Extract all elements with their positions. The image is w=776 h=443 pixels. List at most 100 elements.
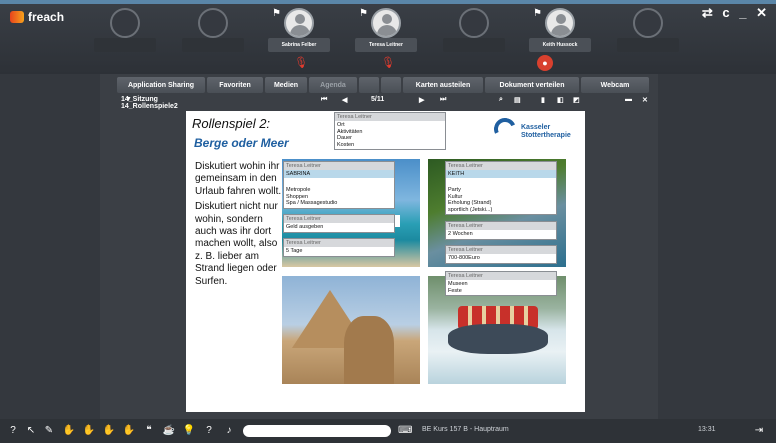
slide-paragraph: Diskutiert nicht nur wohin, sondern auch… — [195, 201, 278, 287]
freach-logo-icon — [10, 11, 24, 23]
hand-raise-icon[interactable]: ✋ — [82, 424, 96, 438]
pointer-icon[interactable]: ↖ — [24, 424, 38, 438]
hand-down-icon[interactable]: ✋ — [62, 424, 76, 438]
tab-blank-2[interactable] — [381, 77, 401, 93]
participant-slot-empty[interactable] — [617, 8, 679, 54]
next-page-icon[interactable]: ▶ — [419, 96, 424, 104]
comment-note[interactable]: Teresa Leitner 700-800Euro — [445, 245, 557, 264]
participant-slot-empty[interactable] — [443, 8, 505, 54]
microphone-icon[interactable]: 🎙 — [294, 56, 308, 70]
participant-name-plate: Sabrina Felber — [268, 38, 330, 52]
chat-input[interactable] — [243, 425, 391, 437]
right-panel — [658, 74, 776, 419]
layout-icon[interactable]: ◧ — [557, 96, 564, 104]
left-panel — [0, 74, 100, 419]
note-author: Teresa Leitner — [446, 246, 556, 254]
comment-note[interactable]: Teresa Leitner SABRINA Metropole Shoppen… — [283, 161, 395, 209]
note-author: Teresa Leitner — [446, 162, 556, 170]
app-name: freach — [28, 10, 65, 24]
tab-application-sharing[interactable]: Application Sharing — [117, 77, 205, 93]
lightbulb-icon[interactable]: 💡 — [182, 424, 196, 438]
participant-name-plate — [182, 38, 244, 52]
first-page-icon[interactable]: ⏮ — [321, 96, 327, 104]
participant-slot-teresa[interactable]: ⚑ Teresa Leitner — [355, 8, 417, 54]
slide-paragraph: Diskutiert wohin ihr gemeinsam in den Ur… — [195, 161, 282, 197]
avatar — [371, 8, 401, 38]
title-strip — [0, 0, 776, 4]
participant-name-plate: Keith Hussock — [529, 38, 591, 52]
note-author: Teresa Leitner — [284, 239, 394, 247]
display-icon[interactable]: ◩ — [573, 96, 580, 104]
comment-icon[interactable]: ❝ — [142, 424, 156, 438]
participant-name-plate — [443, 38, 505, 52]
applause-icon[interactable]: ✋ — [102, 424, 116, 438]
participant-slot-sabrina[interactable]: ⚑ Sabrina Felber — [268, 8, 330, 54]
participant-name-plate — [94, 38, 156, 52]
last-page-icon[interactable]: ⏭ — [440, 96, 446, 104]
tab-karten-austeilen[interactable]: Karten austeilen — [403, 77, 483, 93]
kasseler-logo: Kasseler Stottertherapie — [490, 114, 580, 148]
microphone-icon[interactable]: 🎙 — [381, 56, 395, 70]
chevron-down-icon: ▼ — [125, 96, 132, 103]
avatar-placeholder — [110, 8, 140, 38]
presentation-slide[interactable]: Rollenspiel 2: Berge oder Meer Diskutier… — [186, 111, 585, 412]
search-icon[interactable]: ⌕ — [499, 96, 503, 104]
exit-icon[interactable]: ⇥ — [752, 424, 766, 438]
close-icon[interactable]: ✕ — [642, 96, 648, 104]
note-author: Teresa Leitner — [284, 162, 394, 170]
keyboard-icon[interactable]: ⌨ — [398, 424, 412, 438]
avatar-placeholder — [459, 8, 489, 38]
participant-name-plate: Teresa Leitner — [355, 38, 417, 52]
participant-slot-empty[interactable] — [94, 8, 156, 54]
avatar — [284, 8, 314, 38]
tab-favoriten[interactable]: Favoriten — [207, 77, 263, 93]
clock: 13:31 — [698, 426, 716, 433]
question-icon[interactable]: ? — [202, 424, 216, 438]
wave-icon[interactable]: ✋ — [122, 424, 136, 438]
participant-slot-keith[interactable]: ⚑ Keith Hussock — [529, 8, 591, 54]
note-selected-entry: KEITH — [446, 170, 556, 178]
bottom-bar: ? ↖ ✎ ✋ ✋ ✋ ✋ ❝ ☕ 💡 ? ♪ ⌨ BE Kurs 157 B … — [0, 419, 776, 443]
tab-webcam[interactable]: Webcam — [581, 77, 649, 93]
microphone-badge-icon[interactable]: ● — [537, 55, 553, 71]
document-navigation: 14_Sitzung 14_Rollenspiele2 ▼ ⏮ ◀ 5/11 ▶… — [117, 96, 657, 110]
logo-arc-icon — [490, 114, 520, 144]
note-author: Teresa Leitner — [335, 113, 445, 121]
avatar-placeholder — [633, 8, 663, 38]
page-indicator: 5/11 — [371, 96, 385, 103]
comment-note[interactable]: Teresa Leitner Ort Aktivitäten Dauer Kos… — [334, 112, 446, 150]
sound-icon[interactable]: ♪ — [222, 424, 236, 438]
participant-name-plate — [617, 38, 679, 52]
note-author: Teresa Leitner — [446, 272, 556, 280]
tab-agenda[interactable]: Agenda — [309, 77, 357, 93]
comment-note[interactable]: Teresa Leitner 5 Tage — [283, 238, 395, 257]
comment-note[interactable]: Teresa Leitner Geld ausgeben — [283, 214, 395, 233]
monitor-icon[interactable]: ▬ — [625, 96, 632, 103]
tab-medien[interactable]: Medien — [265, 77, 307, 93]
comment-note[interactable]: Teresa Leitner Museen Feste — [445, 271, 557, 296]
tab-blank-1[interactable] — [359, 77, 379, 93]
zoom-icon[interactable]: ▤ — [514, 96, 521, 104]
slide-body: Diskutiert wohin ihr gemeinsam in den Ur… — [195, 161, 287, 291]
comment-note[interactable]: Teresa Leitner 2 Wochen — [445, 221, 557, 240]
comment-note[interactable]: Teresa Leitner KEITH Party Kultur Erholu… — [445, 161, 557, 215]
feature-toolbar: Application Sharing Favoriten Medien Age… — [117, 77, 655, 93]
coffee-icon[interactable]: ☕ — [162, 424, 176, 438]
tab-dokument-verteilen[interactable]: Dokument verteilen — [485, 77, 579, 93]
note-author: Teresa Leitner — [284, 215, 394, 223]
prev-page-icon[interactable]: ◀ — [342, 96, 347, 104]
app-logo: freach — [10, 10, 64, 24]
slide-title: Rollenspiel 2: — [192, 116, 271, 131]
participant-slot-empty[interactable] — [182, 8, 244, 54]
room-name: BE Kurs 157 B - Hauptraum — [422, 426, 509, 433]
note-selected-entry: SABRINA — [284, 170, 394, 178]
flag-icon: ⚑ — [359, 8, 368, 19]
trash-icon[interactable]: ▮ — [541, 96, 545, 104]
help-icon[interactable]: ? — [6, 424, 20, 438]
avatar — [545, 8, 575, 38]
flag-icon: ⚑ — [533, 8, 542, 19]
slide-subtitle: Berge oder Meer — [194, 136, 289, 150]
note-author: Teresa Leitner — [446, 222, 556, 230]
pen-icon[interactable]: ✎ — [42, 424, 56, 438]
window-controls[interactable]: ⇄ c _ ✕ — [702, 5, 770, 21]
